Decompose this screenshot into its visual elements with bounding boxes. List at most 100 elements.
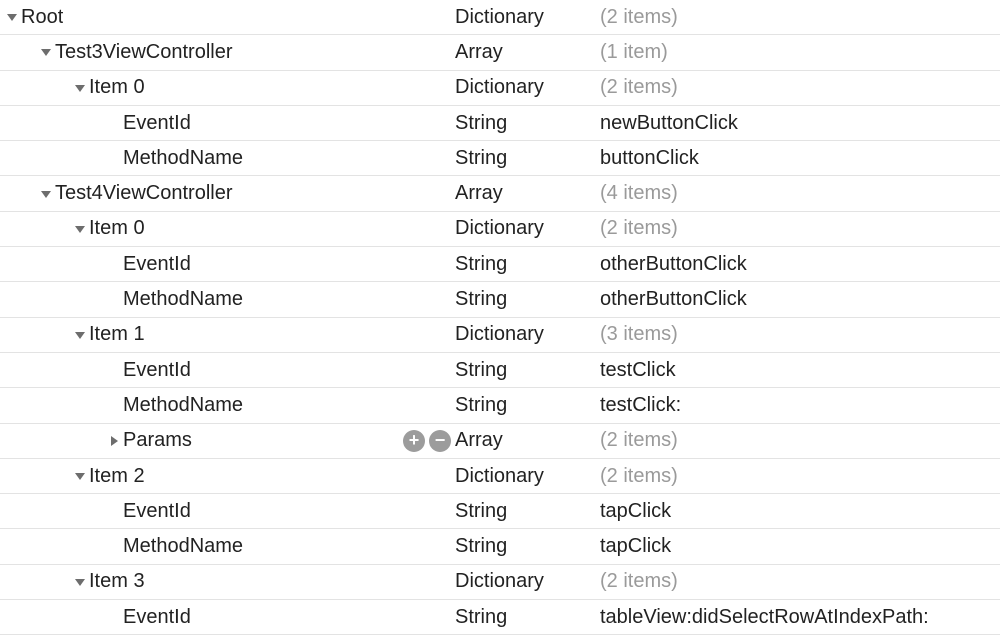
type-label: Dictionary	[455, 465, 544, 487]
value-label: otherButtonClick	[600, 288, 747, 310]
key-cell[interactable]: Item 0	[0, 217, 455, 240]
table-row[interactable]: EventIdString testClick	[0, 353, 1000, 388]
disclosure-triangle-open-icon[interactable]	[73, 81, 87, 95]
key-cell[interactable]: EventId	[0, 500, 455, 523]
type-label: Dictionary	[455, 76, 544, 98]
key-cell[interactable]: Params+−	[0, 429, 455, 452]
key-cell[interactable]: Test3ViewController	[0, 41, 455, 64]
key-cell[interactable]: MethodName	[0, 394, 455, 417]
table-row[interactable]: EventIdString tapClick	[0, 494, 1000, 529]
type-label: Array	[455, 41, 503, 63]
table-row[interactable]: Item 0Dictionary(2 items)	[0, 212, 1000, 247]
value-label: tableView:didSelectRowAtIndexPath:	[600, 606, 929, 628]
table-row[interactable]: MethodNameStringotherButtonClick	[0, 282, 1000, 317]
type-cell[interactable]: String	[455, 288, 600, 311]
key-cell[interactable]: EventId	[0, 253, 455, 276]
type-cell[interactable]: Dictionary	[455, 217, 600, 240]
key-cell[interactable]: Item 0	[0, 76, 455, 99]
value-cell[interactable]: (2 items)	[600, 217, 1000, 240]
disclosure-triangle-open-icon[interactable]	[73, 469, 87, 483]
value-cell[interactable]: otherButtonClick	[600, 288, 1000, 311]
key-cell[interactable]: Item 3	[0, 570, 455, 593]
table-row[interactable]: Test3ViewControllerArray (1 item)	[0, 35, 1000, 70]
type-cell[interactable]: String	[455, 253, 600, 276]
key-cell[interactable]: EventId	[0, 112, 455, 135]
type-label: Dictionary	[455, 6, 544, 28]
disclosure-triangle-open-icon[interactable]	[39, 187, 53, 201]
type-cell[interactable]: String	[455, 112, 600, 135]
key-cell[interactable]: MethodName	[0, 147, 455, 170]
add-button[interactable]: +	[403, 430, 425, 452]
minus-icon: −	[435, 431, 446, 449]
key-label: MethodName	[123, 535, 243, 558]
type-label: Dictionary	[455, 570, 544, 592]
value-cell[interactable]: buttonClick	[600, 147, 1000, 170]
type-label: String	[455, 500, 507, 522]
item-count-label: (3 items)	[600, 323, 678, 345]
table-row[interactable]: MethodName StringtapClick	[0, 529, 1000, 564]
type-cell[interactable]: Dictionary	[455, 465, 600, 488]
key-cell[interactable]: Test4ViewController	[0, 182, 455, 205]
type-cell[interactable]: String	[455, 500, 600, 523]
table-row[interactable]: EventIdStringtableView:didSelectRowAtInd…	[0, 600, 1000, 635]
type-cell[interactable]: String	[455, 394, 600, 417]
table-row[interactable]: Item 0Dictionary (2 items)	[0, 71, 1000, 106]
item-count-label: (2 items)	[600, 217, 678, 239]
type-cell[interactable]: String	[455, 535, 600, 558]
disclosure-triangle-closed-icon[interactable]	[107, 434, 121, 448]
value-cell[interactable]: (2 items)	[600, 465, 1000, 488]
value-cell[interactable]: testClick	[600, 359, 1000, 382]
type-cell[interactable]: String	[455, 606, 600, 629]
type-cell[interactable]: Array	[455, 41, 600, 64]
disclosure-triangle-open-icon[interactable]	[73, 575, 87, 589]
table-row[interactable]: MethodNameStringbuttonClick	[0, 141, 1000, 176]
table-row[interactable]: EventIdStringotherButtonClick	[0, 247, 1000, 282]
value-cell[interactable]: (2 items)	[600, 570, 1000, 593]
key-label: Item 3	[89, 570, 145, 593]
table-row[interactable]: Item 2Dictionary (2 items)	[0, 459, 1000, 494]
value-cell[interactable]: (4 items)	[600, 182, 1000, 205]
key-cell[interactable]: Root	[0, 6, 455, 29]
type-cell[interactable]: Dictionary	[455, 76, 600, 99]
value-label: tapClick	[600, 535, 671, 557]
type-cell[interactable]: String	[455, 359, 600, 382]
disclosure-triangle-open-icon[interactable]	[73, 328, 87, 342]
table-row[interactable]: EventIdString newButtonClick	[0, 106, 1000, 141]
disclosure-triangle-open-icon[interactable]	[5, 10, 19, 24]
key-cell[interactable]: EventId	[0, 359, 455, 382]
table-row[interactable]: RootDictionary (2 items)	[0, 0, 1000, 35]
table-row[interactable]: Test4ViewControllerArray(4 items)	[0, 176, 1000, 211]
value-cell[interactable]: tapClick	[600, 535, 1000, 558]
table-row[interactable]: Item 3 Dictionary (2 items)	[0, 565, 1000, 600]
type-cell[interactable]: String	[455, 147, 600, 170]
table-row[interactable]: MethodName StringtestClick:	[0, 388, 1000, 423]
value-cell[interactable]: otherButtonClick	[600, 253, 1000, 276]
value-cell[interactable]: testClick:	[600, 394, 1000, 417]
type-label: String	[455, 359, 507, 381]
value-cell[interactable]: (1 item)	[600, 41, 1000, 64]
disclosure-triangle-open-icon[interactable]	[73, 222, 87, 236]
value-cell[interactable]: (2 items)	[600, 6, 1000, 29]
key-cell[interactable]: MethodName	[0, 288, 455, 311]
type-cell[interactable]: Dictionary	[455, 323, 600, 346]
key-cell[interactable]: MethodName	[0, 535, 455, 558]
disclosure-triangle-open-icon[interactable]	[39, 45, 53, 59]
table-row[interactable]: Params+−Array(2 items)	[0, 424, 1000, 459]
type-cell[interactable]: Array	[455, 429, 600, 452]
remove-button[interactable]: −	[429, 430, 451, 452]
value-cell[interactable]: newButtonClick	[600, 112, 1000, 135]
key-cell[interactable]: EventId	[0, 606, 455, 629]
value-cell[interactable]: tapClick	[600, 500, 1000, 523]
value-cell[interactable]: tableView:didSelectRowAtIndexPath:	[600, 606, 1000, 629]
type-label: String	[455, 112, 507, 134]
type-cell[interactable]: Dictionary	[455, 6, 600, 29]
key-label: MethodName	[123, 394, 243, 417]
type-cell[interactable]: Array	[455, 182, 600, 205]
key-cell[interactable]: Item 2	[0, 465, 455, 488]
key-cell[interactable]: Item 1	[0, 323, 455, 346]
value-cell[interactable]: (2 items)	[600, 76, 1000, 99]
type-cell[interactable]: Dictionary	[455, 570, 600, 593]
value-cell[interactable]: (3 items)	[600, 323, 1000, 346]
value-cell[interactable]: (2 items)	[600, 429, 1000, 452]
table-row[interactable]: Item 1Dictionary(3 items)	[0, 318, 1000, 353]
